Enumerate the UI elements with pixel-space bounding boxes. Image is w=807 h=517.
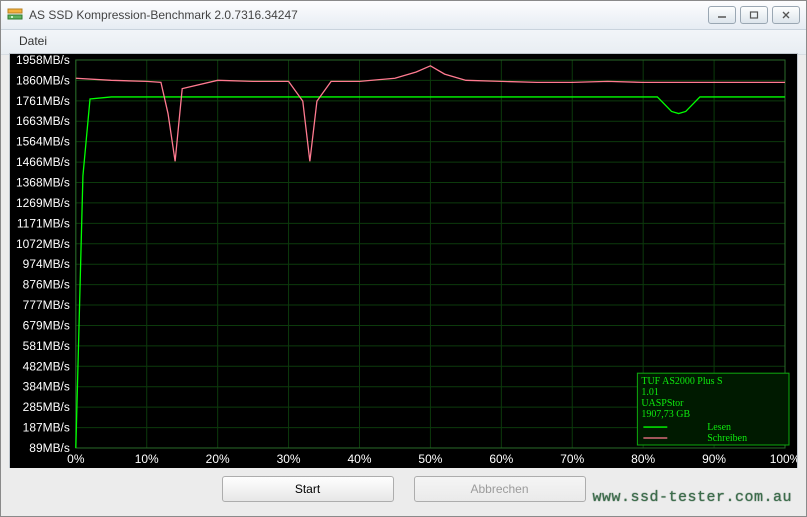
svg-text:777MB/s: 777MB/s xyxy=(23,298,70,312)
app-window: AS SSD Kompression-Benchmark 2.0.7316.34… xyxy=(0,0,807,517)
svg-text:TUF AS2000 Plus S: TUF AS2000 Plus S xyxy=(641,376,722,387)
svg-text:90%: 90% xyxy=(702,452,726,466)
svg-text:1958MB/s: 1958MB/s xyxy=(16,54,70,67)
svg-text:UASPStor: UASPStor xyxy=(641,398,684,409)
svg-text:1269MB/s: 1269MB/s xyxy=(16,196,70,210)
maximize-button[interactable] xyxy=(740,6,768,24)
svg-text:1564MB/s: 1564MB/s xyxy=(16,135,70,149)
watermark: www.ssd-tester.com.au xyxy=(592,489,792,506)
svg-text:100%: 100% xyxy=(770,452,797,466)
menu-file[interactable]: Datei xyxy=(11,32,55,50)
svg-text:1171MB/s: 1171MB/s xyxy=(17,216,70,230)
svg-text:30%: 30% xyxy=(277,452,301,466)
app-icon xyxy=(7,7,23,23)
close-button[interactable] xyxy=(772,6,800,24)
svg-text:1368MB/s: 1368MB/s xyxy=(16,176,70,190)
titlebar: AS SSD Kompression-Benchmark 2.0.7316.34… xyxy=(1,1,806,30)
svg-text:1761MB/s: 1761MB/s xyxy=(16,94,70,108)
svg-text:0%: 0% xyxy=(67,452,85,466)
svg-text:1860MB/s: 1860MB/s xyxy=(16,73,70,87)
svg-text:679MB/s: 679MB/s xyxy=(23,318,70,332)
svg-text:40%: 40% xyxy=(348,452,372,466)
svg-text:1466MB/s: 1466MB/s xyxy=(16,155,70,169)
svg-text:1907,73 GB: 1907,73 GB xyxy=(641,409,690,420)
svg-text:70%: 70% xyxy=(560,452,584,466)
window-buttons xyxy=(708,6,800,24)
svg-text:50%: 50% xyxy=(418,452,442,466)
svg-text:Schreiben: Schreiben xyxy=(707,433,747,444)
minimize-button[interactable] xyxy=(708,6,736,24)
svg-text:10%: 10% xyxy=(135,452,159,466)
abort-button: Abbrechen xyxy=(414,476,586,502)
chart-panel: 1958MB/s 1860MB/s 1761MB/s 1663MB/s 1564MB/s… xyxy=(9,53,798,468)
svg-text:187MB/s: 187MB/s xyxy=(23,421,70,435)
svg-text:876MB/s: 876MB/s xyxy=(23,278,70,292)
svg-text:384MB/s: 384MB/s xyxy=(23,380,70,394)
svg-text:482MB/s: 482MB/s xyxy=(23,359,70,373)
svg-text:285MB/s: 285MB/s xyxy=(23,400,70,414)
svg-text:1.01: 1.01 xyxy=(641,387,658,398)
svg-text:1663MB/s: 1663MB/s xyxy=(16,114,70,128)
svg-text:20%: 20% xyxy=(206,452,230,466)
svg-text:89MB/s: 89MB/s xyxy=(29,441,70,455)
svg-text:Lesen: Lesen xyxy=(707,422,731,433)
start-button[interactable]: Start xyxy=(222,476,394,502)
menubar: Datei xyxy=(1,30,806,55)
svg-text:1072MB/s: 1072MB/s xyxy=(16,237,70,251)
window-title: AS SSD Kompression-Benchmark 2.0.7316.34… xyxy=(29,8,708,22)
compression-chart: 1958MB/s 1860MB/s 1761MB/s 1663MB/s 1564MB/s… xyxy=(10,54,797,468)
svg-text:581MB/s: 581MB/s xyxy=(23,339,70,353)
svg-text:60%: 60% xyxy=(489,452,513,466)
svg-text:974MB/s: 974MB/s xyxy=(23,257,70,271)
svg-text:80%: 80% xyxy=(631,452,655,466)
